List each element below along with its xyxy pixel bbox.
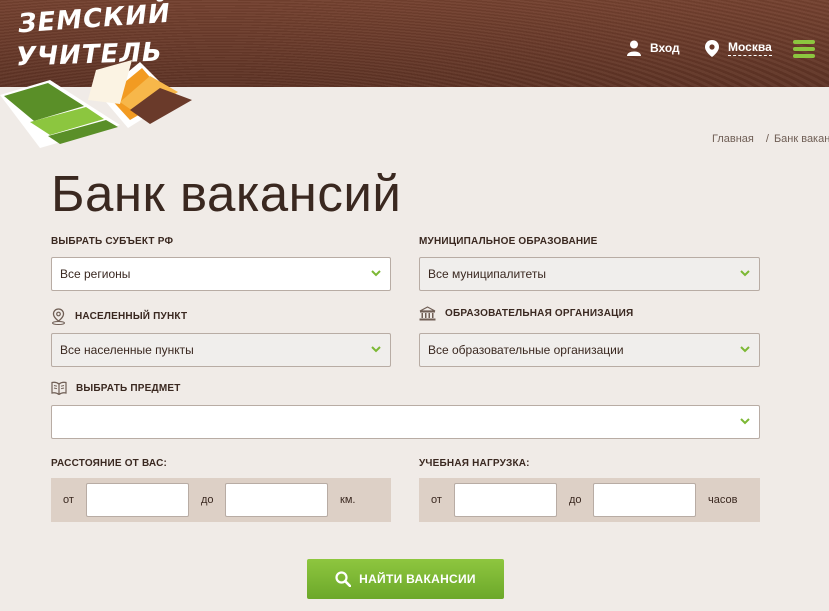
subject-label: ВЫБРАТЬ ПРЕДМЕТ (51, 381, 181, 395)
distance-label-text: РАССТОЯНИЕ ОТ ВАС: (51, 458, 168, 469)
region-select-value: Все регионы (60, 267, 131, 281)
workload-label: УЧЕБНАЯ НАГРУЗКА: (419, 458, 530, 469)
user-icon (627, 40, 641, 56)
workload-to-label: до (569, 494, 582, 506)
workload-label-text: УЧЕБНАЯ НАГРУЗКА: (419, 458, 530, 469)
login-label: Вход (650, 41, 680, 55)
login-link[interactable]: Вход (627, 38, 680, 58)
municipality-select-value: Все муниципалитеты (428, 267, 546, 281)
distance-label: РАССТОЯНИЕ ОТ ВАС: (51, 458, 167, 469)
chevron-down-icon (371, 346, 381, 353)
location-outline-icon (51, 308, 66, 325)
breadcrumb-separator: / (765, 133, 769, 145)
workload-to-input[interactable] (593, 483, 696, 517)
municipality-select[interactable]: Все муниципалитеты (419, 257, 760, 291)
chevron-down-icon (740, 346, 750, 353)
chevron-down-icon (371, 270, 381, 277)
breadcrumb: Главная / Банк ваканс (712, 133, 829, 145)
subject-select[interactable] (51, 405, 760, 439)
locality-select-value: Все населенные пункты (60, 343, 194, 357)
city-selector[interactable]: Москва (705, 38, 772, 58)
menu-icon[interactable] (793, 40, 815, 58)
distance-from-input[interactable] (86, 483, 189, 517)
distance-unit: км. (340, 494, 356, 506)
location-pin-icon (705, 39, 719, 57)
distance-range: от до км. (51, 478, 391, 522)
distance-to-label: до (201, 494, 214, 506)
workload-from-input[interactable] (454, 483, 557, 517)
chevron-down-icon (740, 270, 750, 277)
region-label-text: ВЫБРАТЬ СУБЪЕКТ РФ (51, 236, 174, 247)
distance-from-label: от (63, 494, 74, 506)
page-title: Банк вакансий (51, 165, 402, 222)
logo-line-2: УЧИТЕЛЬ (15, 37, 164, 73)
workload-unit: часов (708, 494, 738, 506)
region-select[interactable]: Все регионы (51, 257, 391, 291)
subject-label-text: ВЫБРАТЬ ПРЕДМЕТ (76, 382, 181, 394)
breadcrumb-current: Банк ваканс (773, 133, 829, 145)
building-icon (419, 306, 436, 321)
find-vacancies-label: НАЙТИ ВАКАНСИИ (359, 572, 476, 586)
organization-select[interactable]: Все образовательные организации (419, 333, 760, 367)
organization-label-text: ОБРАЗОВАТЕЛЬНАЯ ОРГАНИЗАЦИЯ (445, 308, 634, 319)
workload-range: от до часов (419, 478, 760, 522)
region-label: ВЫБРАТЬ СУБЪЕКТ РФ (51, 236, 173, 247)
locality-label: НАСЕЛЕННЫЙ ПУНКТ (51, 308, 187, 325)
find-vacancies-button[interactable]: НАЙТИ ВАКАНСИИ (307, 559, 504, 599)
locality-label-text: НАСЕЛЕННЫЙ ПУНКТ (75, 311, 188, 322)
workload-from-label: от (431, 494, 442, 506)
municipality-label-text: МУНИЦИПАЛЬНОЕ ОБРАЗОВАНИЕ (419, 236, 598, 247)
search-icon (335, 571, 352, 587)
locality-select[interactable]: Все населенные пункты (51, 333, 391, 367)
municipality-label: МУНИЦИПАЛЬНОЕ ОБРАЗОВАНИЕ (419, 236, 598, 247)
book-icon (51, 381, 67, 395)
organization-label: ОБРАЗОВАТЕЛЬНАЯ ОРГАНИЗАЦИЯ (419, 306, 633, 321)
organization-select-value: Все образовательные организации (428, 343, 624, 357)
city-label: Москва (728, 40, 772, 56)
breadcrumb-home[interactable]: Главная (712, 133, 754, 145)
distance-to-input[interactable] (225, 483, 328, 517)
chevron-down-icon (740, 418, 750, 425)
site-logo[interactable]: ЗЕМСКИЙ УЧИТЕЛЬ (0, 0, 200, 150)
